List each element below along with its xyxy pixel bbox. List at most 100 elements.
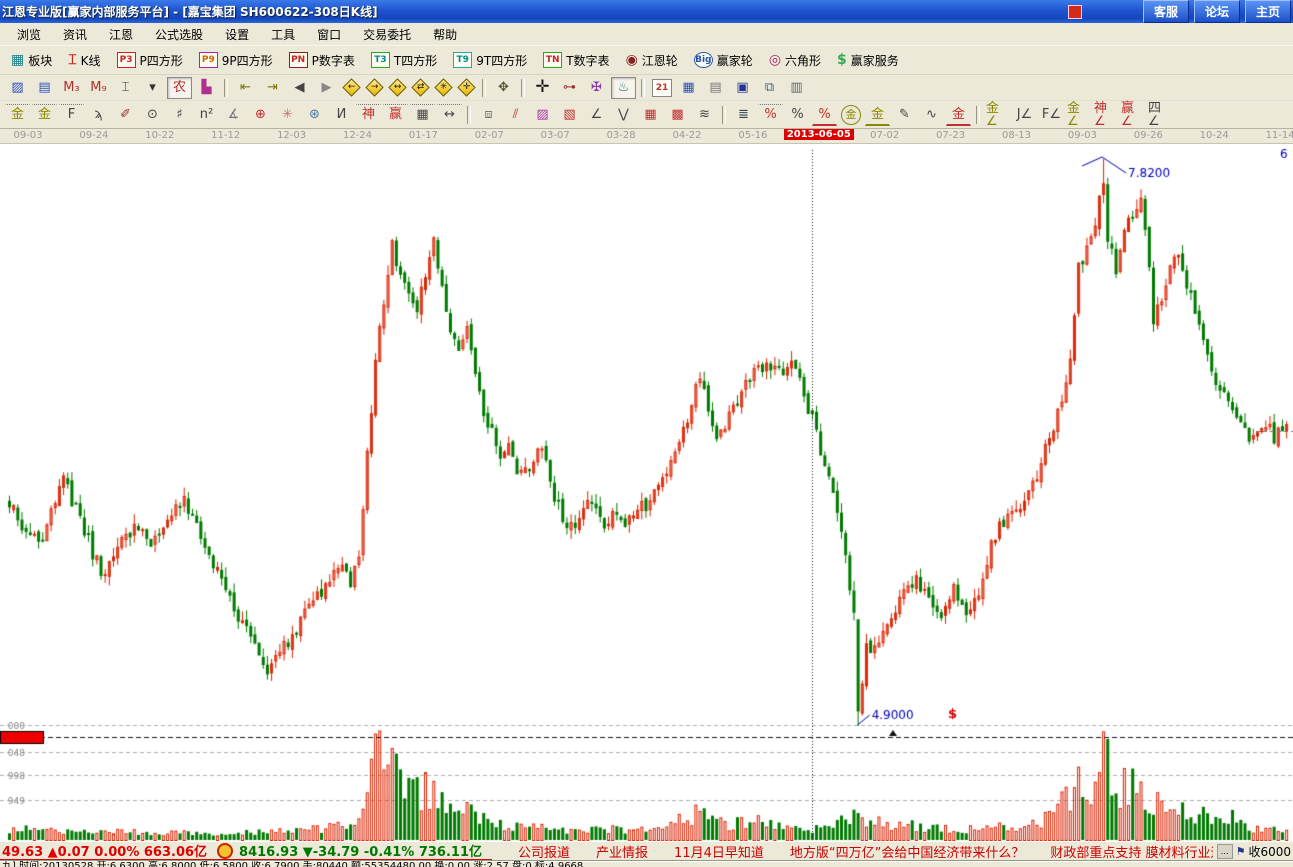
news-item-link[interactable]: 11月4日早知道 <box>674 846 764 861</box>
gold-baseline-icon[interactable]: 金 <box>946 103 971 126</box>
export-icon[interactable]: ⧉ <box>757 77 782 99</box>
save-icon[interactable]: ▣ <box>730 77 755 99</box>
menu-news[interactable]: 资讯 <box>52 23 98 46</box>
span-arrow-icon[interactable]: ↔ <box>437 104 462 126</box>
news-item-link[interactable]: 地方版“四万亿”会给中国经济带来什么？ <box>790 846 1024 861</box>
f-angle-icon[interactable]: F∠ <box>1039 104 1064 126</box>
scale-table-icon[interactable]: ≣ <box>731 104 756 126</box>
ying-grid-icon[interactable]: 赢 <box>383 104 408 126</box>
titlebar-button-forum[interactable]: 论坛 <box>1194 0 1240 23</box>
crosshair-icon[interactable]: ✛ <box>530 77 555 99</box>
fib-ruler-icon[interactable]: F <box>59 104 84 126</box>
next-page-icon[interactable]: ▶ <box>314 77 339 99</box>
percent-retrace-icon[interactable]: % <box>758 104 783 126</box>
notepad-icon[interactable]: ▤ <box>703 77 728 99</box>
mirror-fold-icon[interactable]: ∡ <box>221 104 246 126</box>
gold-ruler-icon[interactable]: 金 <box>5 104 30 126</box>
t9-square-button[interactable]: T99T四方形 <box>450 50 530 71</box>
fan-square2-icon[interactable]: ▧ <box>557 104 582 126</box>
zigzag-icon[interactable]: ⋁ <box>611 104 636 126</box>
scroll-right-diamond-icon[interactable]: → <box>365 78 383 96</box>
calendar-icon[interactable]: 21 <box>652 79 672 97</box>
mini-chart9-icon[interactable]: M₉ <box>86 77 111 99</box>
ticker-flag-icon[interactable]: ⚑ <box>1236 845 1246 858</box>
degree-circle-icon[interactable]: ⊙ <box>140 104 165 126</box>
kline-chart-canvas[interactable] <box>0 144 1293 841</box>
menu-tools[interactable]: 工具 <box>260 23 306 46</box>
boxed-burst-icon[interactable]: ⊛ <box>302 104 327 126</box>
winner-wheel-button[interactable]: Big赢家轮 <box>691 50 756 71</box>
angle-lines-icon[interactable]: ∠ <box>584 104 609 126</box>
kline-view-icon[interactable]: 农 <box>167 77 192 99</box>
shen-angle-icon[interactable]: 神∠ <box>1093 104 1118 126</box>
p9-square-button[interactable]: P99P四方形 <box>196 50 276 71</box>
pn-table-button[interactable]: PNP数字表 <box>286 50 358 71</box>
pan-hand-icon[interactable]: ✥ <box>491 77 516 99</box>
gann-wheel-button[interactable]: ◉江恩轮 <box>623 50 681 71</box>
time-grid-icon[interactable]: ▩ <box>665 104 690 126</box>
calculator-icon[interactable]: ▦ <box>676 77 701 99</box>
volume-view-icon[interactable]: ▙ <box>194 77 219 99</box>
count-ruler-icon[interactable]: ▦ <box>410 104 435 126</box>
ticker-collapse-button[interactable]: … <box>1217 844 1233 859</box>
gold-levels-icon[interactable]: 金 <box>865 103 890 126</box>
quote-report-icon[interactable]: ▤ <box>32 77 57 99</box>
brush-icon[interactable]: ✐ <box>113 104 138 126</box>
zoom-out-diamond-icon[interactable]: ↔ <box>388 78 406 96</box>
channel-lines-icon[interactable]: ≋ <box>692 104 717 126</box>
menu-trade-entrust[interactable]: 交易委托 <box>352 23 422 46</box>
hexagon-button[interactable]: ◎六角形 <box>766 50 824 71</box>
fan-square-icon[interactable]: ▨ <box>530 104 555 126</box>
titlebar-button-service[interactable]: 客服 <box>1143 0 1189 23</box>
p-square-button[interactable]: P3P四方形 <box>114 50 186 71</box>
menu-settings[interactable]: 设置 <box>214 23 260 46</box>
candle-type-dropdown-icon[interactable]: ▾ <box>140 77 165 99</box>
swap-diamond-icon[interactable]: ⇄ <box>411 78 429 96</box>
news-item-link[interactable]: 产业情报 <box>596 846 648 861</box>
gold-angle-icon[interactable]: 金∠ <box>1066 104 1091 126</box>
gann-tools-icon[interactable]: ✠ <box>584 77 609 99</box>
last-page-icon[interactable]: ⇥ <box>260 77 285 99</box>
j-angle-icon[interactable]: J∠ <box>1012 104 1037 126</box>
gold-ruler-alt-icon[interactable]: 金 <box>32 104 57 126</box>
gold-circle-icon[interactable]: 金 <box>841 105 861 125</box>
menu-gann[interactable]: 江恩 <box>98 23 144 46</box>
n-wave-icon[interactable]: И <box>329 104 354 126</box>
kline-button[interactable]: ⌶K线 <box>65 50 103 71</box>
winner-service-button[interactable]: $赢家服务 <box>834 50 902 71</box>
menu-formula-pick[interactable]: 公式选股 <box>144 23 214 46</box>
spiral-icon[interactable]: ϡ <box>86 104 111 126</box>
radial-burst-icon[interactable]: ✳ <box>275 104 300 126</box>
wave-band-icon[interactable]: ∿ <box>919 104 944 126</box>
smart-analysis-icon[interactable]: ♨ <box>611 77 636 99</box>
shen-grid-icon[interactable]: 神 <box>356 104 381 126</box>
layout-chart-icon[interactable]: ▨ <box>5 77 30 99</box>
print-icon[interactable]: ▥ <box>784 77 809 99</box>
gold-slash-icon[interactable]: 金∠ <box>985 104 1010 126</box>
expand-diamond-icon[interactable]: ✛ <box>457 78 475 96</box>
fan-lines-icon[interactable]: ⫽ <box>503 104 528 126</box>
si-angle-icon[interactable]: 四∠ <box>1147 104 1172 126</box>
tick-comb-icon[interactable]: ♯ <box>167 104 192 126</box>
candle-type-icon[interactable]: ⌶ <box>113 77 138 99</box>
n-squared-icon[interactable]: n² <box>194 104 219 126</box>
price-grid-icon[interactable]: ▦ <box>638 104 663 126</box>
ticker-right-label[interactable]: 收6000 <box>1248 843 1291 860</box>
percent-icon[interactable]: % <box>785 104 810 126</box>
tn-table-button[interactable]: TNT数字表 <box>540 50 612 71</box>
pen-number-icon[interactable]: ✎ <box>892 104 917 126</box>
first-page-icon[interactable]: ⇤ <box>233 77 258 99</box>
sector-button[interactable]: ▦板块 <box>8 50 55 71</box>
prev-page-icon[interactable]: ◀ <box>287 77 312 99</box>
compress-diamond-icon[interactable]: ✳ <box>434 78 452 96</box>
t-square-button[interactable]: T3T四方形 <box>368 50 440 71</box>
percent-levels-icon[interactable]: % <box>812 103 837 126</box>
mini-chart3-icon[interactable]: M₃ <box>59 77 84 99</box>
scroll-left-diamond-icon[interactable]: ← <box>342 78 360 96</box>
menu-browse[interactable]: 浏览 <box>6 23 52 46</box>
menu-window[interactable]: 窗口 <box>306 23 352 46</box>
measure-segment-icon[interactable]: ⊶ <box>557 77 582 99</box>
gann-circle-icon[interactable]: ⊕ <box>248 104 273 126</box>
box-tool-icon[interactable]: ⧈ <box>476 104 501 126</box>
ying-angle-icon[interactable]: 赢∠ <box>1120 104 1145 126</box>
